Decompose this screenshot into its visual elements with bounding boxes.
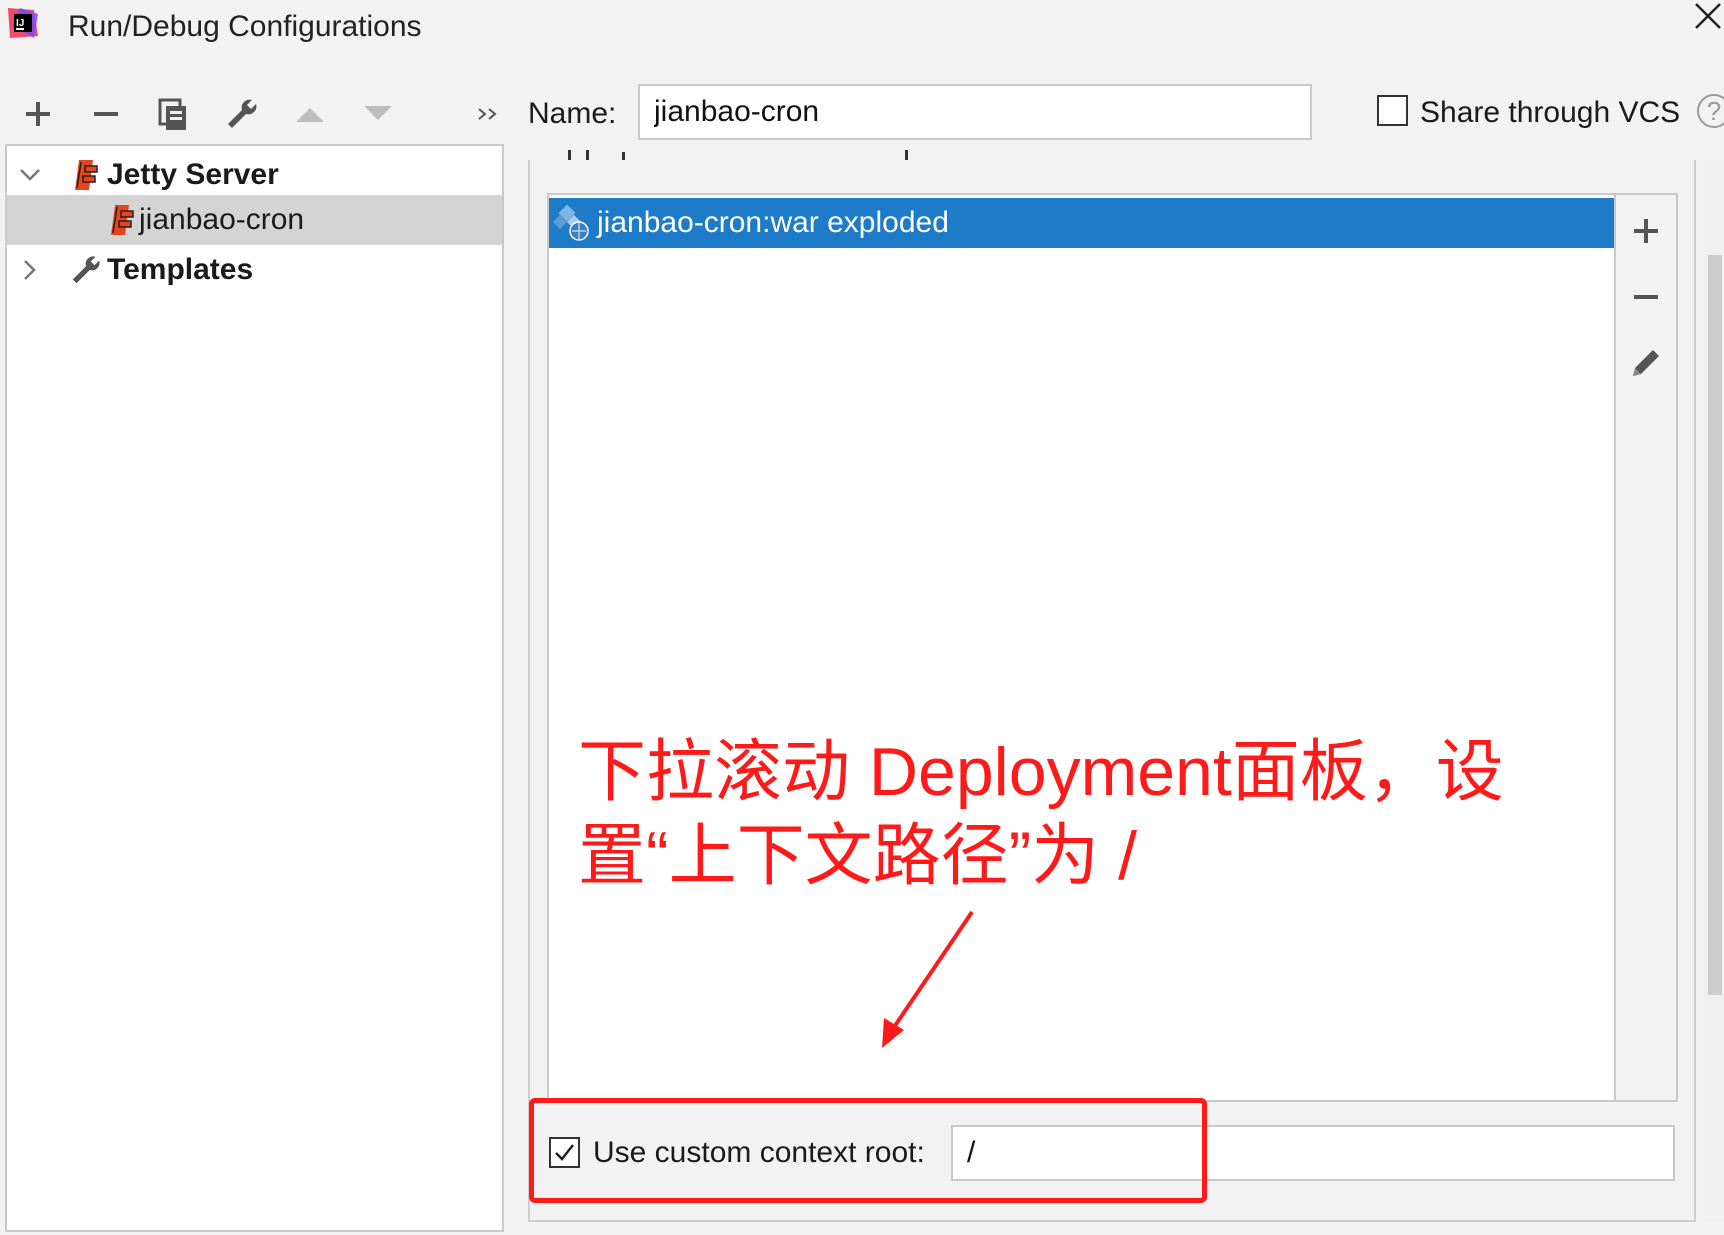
remove-artifact-button[interactable] [1626, 277, 1666, 317]
war-artifact-icon [553, 204, 589, 241]
chevron-right-icon[interactable] [17, 257, 43, 283]
move-up-button[interactable] [290, 94, 330, 134]
jetty-icon [111, 205, 134, 235]
artifact-label: jianbao-cron:war exploded [597, 206, 949, 239]
share-vcs-label[interactable]: Share through VCS [1420, 93, 1680, 133]
clipped-text-fragment [568, 150, 908, 160]
remove-icon [1634, 295, 1658, 299]
add-configuration-button[interactable] [18, 94, 58, 134]
svg-text:IJ: IJ [16, 18, 24, 29]
move-down-button[interactable] [358, 94, 398, 134]
tree-item-label: Templates [107, 253, 254, 286]
move-up-icon [296, 108, 324, 122]
configuration-tree[interactable]: Jetty Server jianbao-cron Templates [5, 144, 504, 1232]
edit-defaults-button[interactable] [222, 94, 262, 134]
chevron-down-icon[interactable] [17, 162, 43, 188]
artifact-list[interactable]: jianbao-cron:war exploded [547, 193, 1616, 1102]
add-icon [26, 102, 50, 126]
tree-item-label: Jetty Server [107, 158, 279, 191]
jetty-icon [75, 160, 98, 190]
name-input[interactable] [638, 84, 1312, 140]
more-icon [478, 108, 497, 120]
name-label: Name: [528, 97, 617, 130]
edit-artifact-button[interactable] [1626, 343, 1666, 383]
tree-item-jetty-server[interactable]: Jetty Server [7, 150, 502, 200]
artifact-list-toolbar [1616, 193, 1678, 1102]
wrench-icon [72, 256, 100, 284]
annotation-arrow-icon [882, 910, 974, 1048]
close-icon[interactable] [1690, 0, 1724, 34]
remove-configuration-button[interactable] [86, 94, 126, 134]
tree-item-jianbao-cron[interactable]: jianbao-cron [7, 195, 502, 245]
annotation-highlight-box [529, 1098, 1207, 1203]
add-artifact-button[interactable] [1626, 211, 1666, 251]
app-icon: IJ [6, 6, 40, 40]
window-title: Run/Debug Configurations [68, 10, 422, 43]
copy-configuration-button[interactable] [153, 94, 193, 134]
share-vcs-checkbox[interactable] [1377, 95, 1408, 126]
artifact-item[interactable]: jianbao-cron:war exploded [549, 198, 1614, 248]
tree-item-templates[interactable]: Templates [7, 245, 502, 295]
more-actions-button[interactable] [468, 94, 508, 134]
tree-item-label: jianbao-cron [139, 203, 305, 236]
copy-icon [158, 98, 186, 130]
move-down-icon [364, 106, 392, 120]
scrollbar-thumb[interactable] [1708, 255, 1722, 995]
edit-icon [1633, 350, 1659, 376]
wrench-icon [228, 99, 257, 128]
remove-icon [94, 112, 118, 116]
help-icon[interactable]: ? [1697, 94, 1724, 128]
annotation-text: 下拉滚动 Deployment面板，设置“上下文路径”为 / [578, 734, 1504, 894]
add-icon [1634, 219, 1658, 243]
